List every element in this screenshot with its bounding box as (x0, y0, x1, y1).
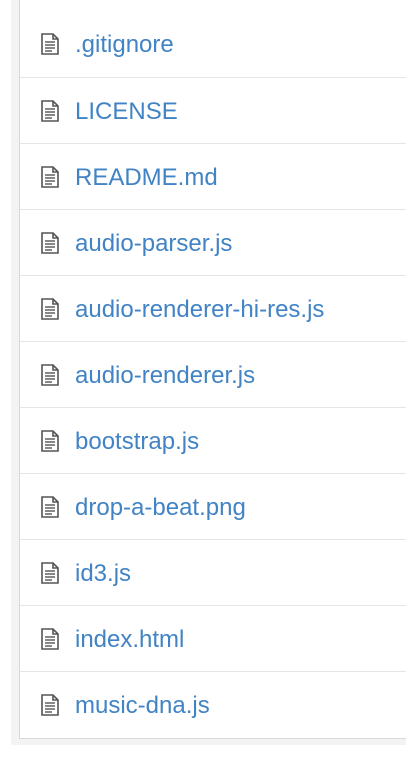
file-link[interactable]: drop-a-beat.png (75, 494, 246, 522)
file-text-icon (41, 298, 59, 320)
file-row[interactable]: README.md (20, 143, 406, 209)
file-row[interactable]: music-dna.js (20, 671, 406, 737)
file-link[interactable]: id3.js (75, 560, 131, 588)
file-row[interactable]: id3.js (20, 539, 406, 605)
page: .gitignore LICENSE README.md audio-parse… (0, 0, 406, 762)
file-link[interactable]: .gitignore (75, 31, 174, 59)
file-text-icon (41, 100, 59, 122)
file-link[interactable]: audio-renderer.js (75, 362, 255, 390)
file-row[interactable]: audio-renderer.js (20, 341, 406, 407)
file-link[interactable]: LICENSE (75, 98, 178, 126)
file-link[interactable]: README.md (75, 164, 218, 192)
file-list: .gitignore LICENSE README.md audio-parse… (19, 0, 406, 739)
file-text-icon (41, 364, 59, 386)
file-link[interactable]: audio-renderer-hi-res.js (75, 296, 324, 324)
file-text-icon (41, 166, 59, 188)
file-text-icon (41, 628, 59, 650)
file-row[interactable]: .gitignore (20, 11, 406, 77)
file-row[interactable]: audio-renderer-hi-res.js (20, 275, 406, 341)
file-text-icon (41, 232, 59, 254)
file-row[interactable]: drop-a-beat.png (20, 473, 406, 539)
file-text-icon (41, 694, 59, 716)
file-link[interactable]: audio-parser.js (75, 230, 232, 258)
file-link[interactable]: music-dna.js (75, 692, 210, 720)
file-link[interactable]: bootstrap.js (75, 428, 199, 456)
file-text-icon (41, 562, 59, 584)
file-text-icon (41, 33, 59, 55)
file-text-icon (41, 430, 59, 452)
file-row[interactable]: LICENSE (20, 77, 406, 143)
file-row[interactable]: bootstrap.js (20, 407, 406, 473)
file-text-icon (41, 496, 59, 518)
file-link[interactable]: index.html (75, 626, 184, 654)
file-row[interactable]: index.html (20, 605, 406, 671)
file-row[interactable]: audio-parser.js (20, 209, 406, 275)
